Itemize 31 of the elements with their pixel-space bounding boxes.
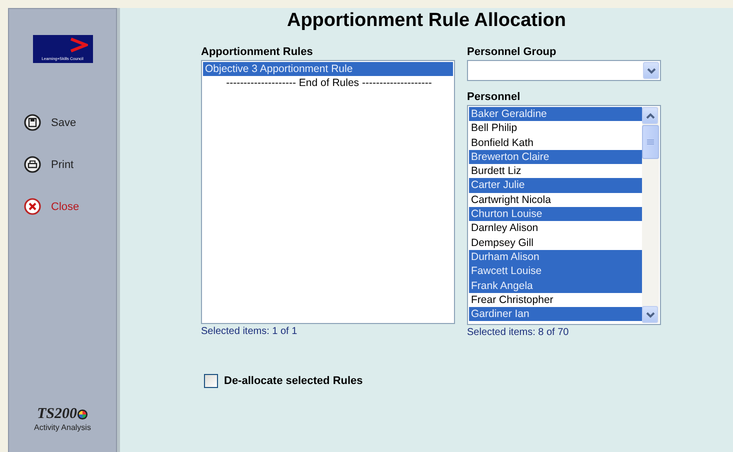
personnel-item[interactable]: Burdett Liz	[469, 164, 642, 178]
personnel-label: Personnel	[467, 91, 522, 103]
chevron-down-icon	[646, 68, 656, 74]
selection-count: Selected items: 1 of 1	[201, 326, 298, 337]
deallocate-checkbox[interactable]: De-allocate selected Rules	[204, 374, 363, 388]
personnel-item[interactable]: Brewerton Claire	[469, 150, 642, 164]
selection-count: Selected items: 8 of 70	[467, 327, 570, 338]
rules-label: Apportionment Rules	[201, 46, 314, 58]
product-subtitle: Activity Analysis	[34, 423, 91, 432]
grip-icon	[647, 139, 654, 145]
close-icon	[24, 198, 41, 215]
personnel-item[interactable]: Baker Geraldine	[469, 107, 642, 122]
page-title: Apportionment Rule Allocation	[286, 10, 566, 32]
floppy-disk-icon	[24, 114, 41, 131]
printer-icon	[24, 156, 41, 173]
personnel-item[interactable]: Churton Louise	[469, 207, 642, 222]
personnel-group-label: Personnel Group	[467, 46, 558, 58]
chevron-down-icon	[646, 312, 654, 318]
personnel-group-dropdown[interactable]	[467, 60, 661, 81]
personnel-item[interactable]: Fawcett Louise	[469, 264, 642, 279]
personnel-item[interactable]: Frank Angela	[469, 278, 642, 293]
save-button[interactable]: Save	[24, 114, 80, 131]
scrollbar[interactable]	[642, 107, 659, 323]
chevron-up-icon	[646, 112, 654, 118]
personnel-item[interactable]: Gardiner Ian	[469, 307, 642, 322]
personnel-item[interactable]: Carter Julie	[469, 178, 642, 193]
rule-item[interactable]: Objective 3 Apportionment Rule	[203, 62, 453, 76]
personnel-item[interactable]: Durham Alison	[469, 250, 642, 264]
color-wheel-icon	[77, 409, 88, 420]
print-button[interactable]: Print	[24, 156, 80, 173]
product-name: TS200	[36, 406, 77, 423]
